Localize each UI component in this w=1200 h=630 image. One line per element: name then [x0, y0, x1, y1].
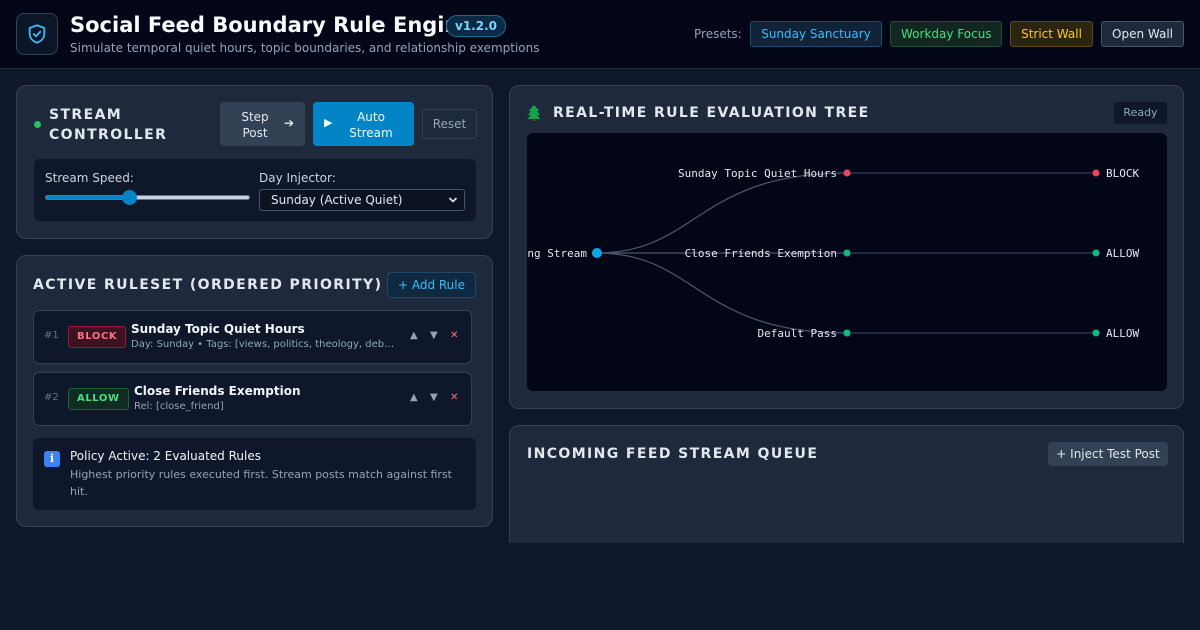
auto-stream-label: Auto Stream — [349, 110, 393, 140]
preset-workday-focus-button[interactable]: Workday Focus — [890, 21, 1002, 47]
tree-branch-node — [843, 169, 851, 177]
shield-check-icon — [16, 13, 58, 55]
app-subtitle: Simulate temporal quiet hours, topic bou… — [70, 41, 540, 55]
day-injector-value: Sunday (Active Quiet) — [271, 193, 403, 207]
tree-branch-label: Sunday Topic Quiet Hours — [678, 167, 837, 180]
auto-stream-button[interactable]: ▶ Auto Stream — [313, 102, 414, 146]
presets-label: Presets: — [694, 27, 742, 41]
app-title: Social Feed Boundary Rule Engine — [70, 13, 474, 37]
step-post-button[interactable]: Step Post ➔ — [220, 102, 305, 146]
evergreen-tree-icon — [527, 105, 541, 125]
tree-root-label: Incoming Stream — [527, 247, 587, 260]
arrow-right-icon: ➔ — [284, 116, 295, 130]
tree-outcome-label: ALLOW — [1106, 247, 1139, 260]
rule-item[interactable]: #2 ALLOW Close Friends Exemption Rel: [c… — [33, 372, 472, 426]
rule-name: Sunday Topic Quiet Hours — [131, 322, 305, 336]
rule-evaluation-tree-panel: Real-Time Rule Evaluation Tree Ready Inc… — [509, 85, 1184, 409]
preset-open-wall-button[interactable]: Open Wall — [1101, 21, 1184, 47]
tree-canvas: Incoming Stream Sunday Topic Quiet Hours… — [527, 133, 1167, 391]
page-background — [0, 543, 1200, 630]
stream-speed-thumb[interactable] — [122, 190, 138, 205]
rule-name: Close Friends Exemption — [134, 384, 301, 398]
stream-status-dot — [34, 121, 41, 128]
tree-outcome-node — [1092, 249, 1100, 257]
rule-action-badge: BLOCK — [68, 326, 127, 348]
step-post-label: Step Post — [241, 110, 269, 140]
day-injector-select[interactable]: Sunday (Active Quiet) — [259, 189, 465, 211]
info-icon: i — [44, 451, 60, 467]
tree-root-node — [592, 248, 602, 258]
tree-link-root-b2 — [596, 252, 848, 334]
play-icon: ▶ — [324, 116, 333, 129]
stream-controls-box: Stream Speed: Day Injector: Sunday (Acti… — [34, 159, 476, 221]
tree-title: Real-Time Rule Evaluation Tree — [553, 105, 870, 121]
delete-rule-icon[interactable]: ✕ — [450, 330, 458, 341]
rule-action-badge: ALLOW — [68, 388, 129, 410]
ruleset-title: Active Ruleset (Ordered Priority) — [33, 277, 383, 293]
tree-branch-node — [843, 329, 851, 337]
policy-info-text: Highest priority rules executed first. S… — [70, 468, 452, 498]
preset-sunday-sanctuary-button[interactable]: Sunday Sanctuary — [750, 21, 882, 47]
queue-title: Incoming Feed Stream Queue — [527, 446, 819, 462]
tree-outcome-label: BLOCK — [1106, 167, 1139, 180]
delete-rule-icon[interactable]: ✕ — [450, 392, 458, 403]
rule-meta: Day: Sunday • Tags: [views, politics, th… — [131, 339, 397, 350]
version-badge: v1.2.0 — [446, 15, 506, 37]
rule-item[interactable]: #1 BLOCK Sunday Topic Quiet Hours Day: S… — [33, 310, 472, 364]
stream-speed-label: Stream Speed: — [45, 171, 134, 185]
app-header: Social Feed Boundary Rule Engine v1.2.0 … — [0, 0, 1200, 69]
tree-outcome-node — [1092, 329, 1100, 337]
stream-speed-slider[interactable] — [45, 190, 250, 205]
policy-info-box: i Policy Active: 2 Evaluated Rules Highe… — [33, 438, 476, 510]
add-rule-button[interactable]: + Add Rule — [387, 272, 476, 298]
day-injector-label: Day Injector: — [259, 171, 336, 185]
tree-status-badge: Ready — [1114, 102, 1167, 124]
move-down-icon[interactable]: ▼ — [430, 392, 438, 403]
stream-controller-title: Stream Controller — [49, 107, 168, 143]
tree-diagram: Incoming Stream Sunday Topic Quiet Hours… — [527, 167, 1139, 340]
reset-button[interactable]: Reset — [422, 109, 477, 139]
tree-branch-label: Close Friends Exemption — [685, 247, 837, 260]
rule-priority-number: #1 — [44, 330, 59, 341]
move-down-icon[interactable]: ▼ — [430, 330, 438, 341]
move-up-icon[interactable]: ▲ — [410, 392, 418, 403]
stream-controller-panel: Stream Controller Step Post ➔ ▶ Auto Str… — [16, 85, 493, 239]
tree-outcome-node — [1092, 169, 1100, 177]
rule-meta: Rel: [close_friend] — [134, 401, 224, 412]
tree-link-root-b0 — [596, 172, 848, 254]
rule-priority-number: #2 — [44, 392, 59, 403]
move-up-icon[interactable]: ▲ — [410, 330, 418, 341]
tree-outcome-label: ALLOW — [1106, 327, 1139, 340]
tree-branch-node — [843, 249, 851, 257]
active-ruleset-panel: Active Ruleset (Ordered Priority) + Add … — [16, 255, 493, 527]
tree-branch-label: Default Pass — [758, 327, 837, 340]
chevron-down-icon — [448, 190, 458, 218]
stream-speed-fill — [46, 196, 130, 199]
preset-strict-wall-button[interactable]: Strict Wall — [1010, 21, 1093, 47]
policy-info-title: Policy Active: 2 Evaluated Rules — [70, 449, 261, 463]
inject-test-post-button[interactable]: + Inject Test Post — [1048, 442, 1168, 466]
